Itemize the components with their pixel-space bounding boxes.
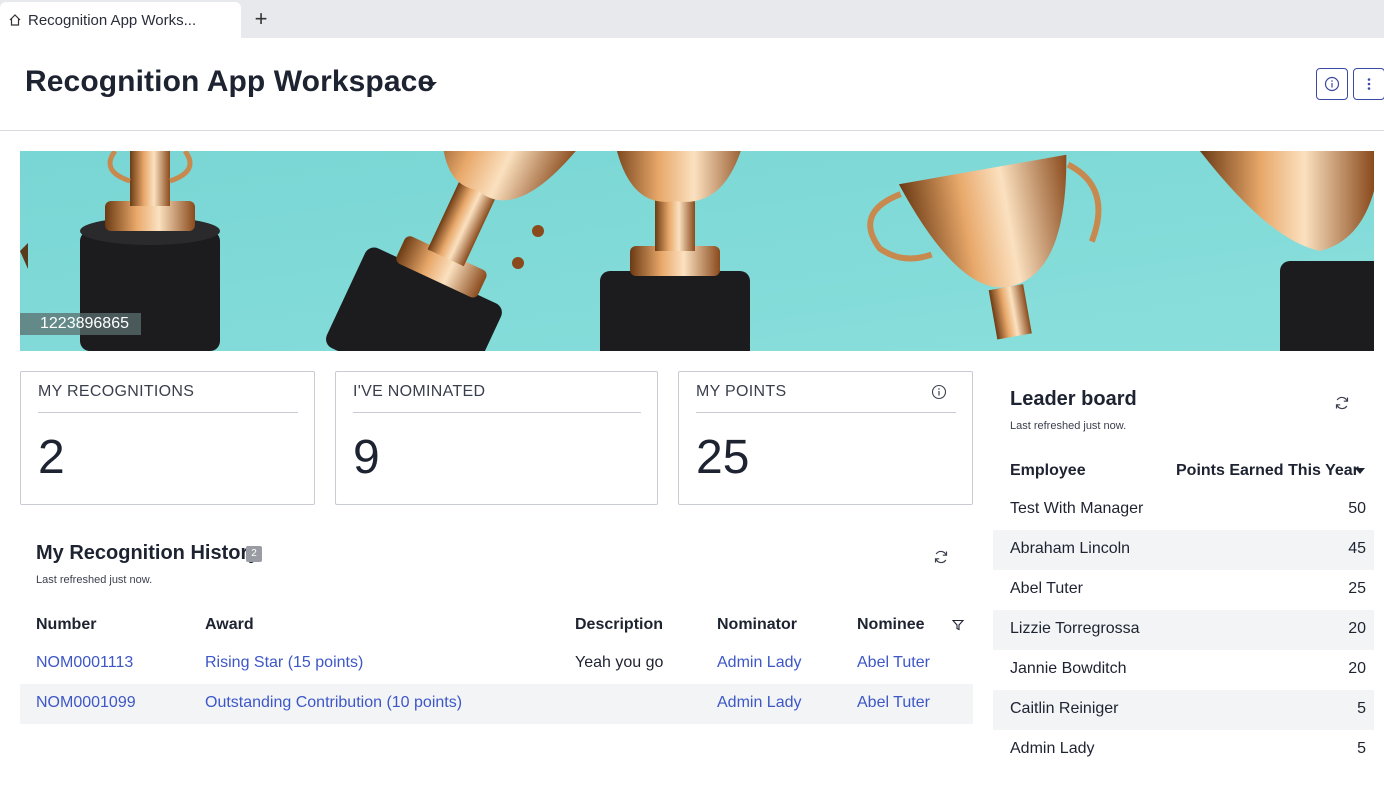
page-header: Recognition App Workspace — [0, 38, 1384, 131]
leaderboard-row[interactable]: Abraham Lincoln 45 — [993, 530, 1374, 570]
card-label: MY POINTS — [696, 383, 787, 400]
history-last-refreshed: Last refreshed just now. — [36, 574, 153, 586]
employee-name: Abel Tuter — [1010, 580, 1083, 597]
card-value: 2 — [38, 431, 65, 484]
column-header-points[interactable]: Points Earned This Year — [1176, 462, 1359, 480]
table-row[interactable]: NOM0001113 Rising Star (15 points) Yeah … — [20, 644, 973, 684]
award-link[interactable]: Rising Star (15 points) — [205, 654, 363, 672]
info-icon[interactable] — [931, 384, 947, 400]
card-label: MY RECOGNITIONS — [38, 383, 195, 400]
leaderboard-row[interactable]: Caitlin Reiniger 5 — [993, 690, 1374, 730]
employee-name: Caitlin Reiniger — [1010, 700, 1119, 717]
employee-name: Test With Manager — [1010, 500, 1144, 517]
table-row[interactable]: NOM0001099 Outstanding Contribution (10 … — [20, 684, 973, 724]
nominator-link[interactable]: Admin Lady — [717, 654, 802, 672]
leaderboard-row[interactable]: Lizzie Torregrossa 20 — [993, 610, 1374, 650]
filter-icon[interactable] — [952, 619, 964, 631]
card-divider — [696, 412, 956, 413]
employee-name: Jannie Bowditch — [1010, 660, 1127, 677]
employee-points: 50 — [1348, 500, 1366, 517]
nominee-link[interactable]: Abel Tuter — [857, 654, 930, 672]
card-divider — [38, 412, 298, 413]
trophy-banner: 1223896865 — [20, 151, 1374, 351]
title-dropdown-caret-icon[interactable] — [425, 82, 437, 88]
column-header-employee[interactable]: Employee — [1010, 462, 1086, 480]
browser-tab-title: Recognition App Works... — [28, 11, 197, 29]
column-header-description[interactable]: Description — [575, 616, 663, 634]
employee-points: 20 — [1348, 620, 1366, 637]
leaderboard-row[interactable]: Jannie Bowditch 20 — [993, 650, 1374, 690]
description-cell: Yeah you go — [575, 654, 664, 671]
home-icon — [9, 14, 21, 26]
column-header-nominator[interactable]: Nominator — [717, 616, 797, 634]
my-points-card[interactable]: MY POINTS 25 — [678, 371, 973, 505]
employee-points: 5 — [1357, 700, 1366, 717]
card-label: I'VE NOMINATED — [353, 383, 486, 400]
vertical-ellipsis-icon — [1367, 78, 1371, 90]
new-tab-button[interactable]: + — [250, 8, 272, 30]
nominator-link[interactable]: Admin Lady — [717, 694, 802, 712]
column-header-number[interactable]: Number — [36, 616, 96, 634]
ive-nominated-card[interactable]: I'VE NOMINATED 9 — [335, 371, 658, 505]
info-button[interactable] — [1316, 68, 1348, 100]
leaderboard-title: Leader board — [1010, 388, 1137, 410]
trophy-banner-image — [20, 151, 1374, 351]
card-value: 25 — [696, 431, 750, 484]
employee-points: 5 — [1357, 740, 1366, 757]
info-icon — [1324, 76, 1340, 92]
leaderboard-row[interactable]: Test With Manager 50 — [993, 490, 1374, 530]
leaderboard-row[interactable]: Admin Lady 5 — [993, 730, 1374, 770]
card-divider — [353, 412, 641, 413]
refresh-icon[interactable] — [933, 549, 949, 565]
employee-points: 20 — [1348, 660, 1366, 677]
page-title: Recognition App Workspace — [25, 65, 435, 98]
column-header-nominee[interactable]: Nominee — [857, 616, 925, 634]
my-recognitions-card[interactable]: MY RECOGNITIONS 2 — [20, 371, 315, 505]
nominee-link[interactable]: Abel Tuter — [857, 694, 930, 712]
banner-image-label: 1223896865 — [20, 313, 141, 335]
award-link[interactable]: Outstanding Contribution (10 points) — [205, 694, 462, 712]
employee-name: Admin Lady — [1010, 740, 1095, 757]
refresh-icon[interactable] — [1334, 395, 1350, 411]
card-value: 9 — [353, 431, 380, 484]
employee-name: Abraham Lincoln — [1010, 540, 1131, 557]
sort-descending-icon[interactable] — [1355, 468, 1365, 474]
employee-name: Lizzie Torregrossa — [1010, 620, 1140, 637]
more-options-button[interactable] — [1353, 68, 1384, 100]
history-title: My Recognition History — [36, 542, 260, 564]
column-header-award[interactable]: Award — [205, 616, 254, 634]
browser-tab[interactable]: Recognition App Works... — [0, 2, 241, 38]
employee-points: 25 — [1348, 580, 1366, 597]
leaderboard-row[interactable]: Abel Tuter 25 — [993, 570, 1374, 610]
leaderboard-last-refreshed: Last refreshed just now. — [1010, 420, 1127, 432]
record-number-link[interactable]: NOM0001099 — [36, 694, 136, 712]
history-count-badge: 2 — [246, 546, 262, 562]
employee-points: 45 — [1348, 540, 1366, 557]
browser-tab-strip: Recognition App Works... + — [0, 0, 1384, 38]
record-number-link[interactable]: NOM0001113 — [36, 654, 133, 672]
